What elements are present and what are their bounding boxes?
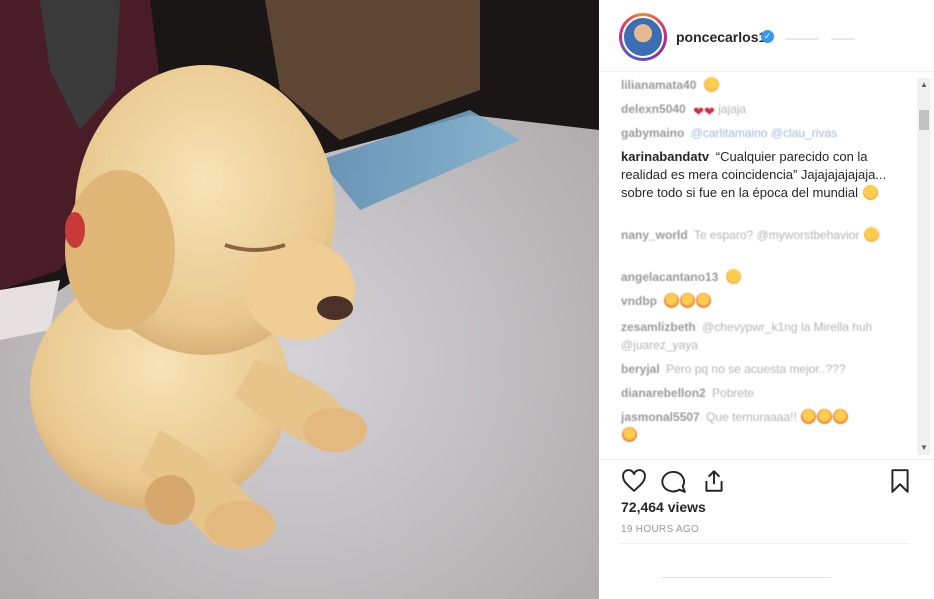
heart-eyes-emoji-icon — [801, 409, 817, 424]
comment-user[interactable]: beryjal — [621, 362, 660, 376]
username-link[interactable]: poncecarlos1 — [676, 29, 766, 45]
puppy-image — [0, 0, 599, 599]
heart-eyes-emoji-icon — [833, 409, 849, 424]
laughing-emoji-icon — [863, 227, 879, 242]
comment-text: Que ternuraaaa!! — [706, 410, 797, 424]
heart-eyes-emoji-icon — [622, 427, 637, 442]
comment-user[interactable]: delexn5040 — [621, 102, 686, 116]
comment-item: nany_world Te esparo? @myworstbehavior — [621, 226, 911, 244]
scroll-up-arrow-icon[interactable]: ▲ — [917, 78, 931, 92]
header-blur-line — [831, 38, 855, 40]
comment-item: karinabandatv “Cualquier parecido con la… — [621, 148, 911, 202]
heart-eyes-emoji-icon — [680, 293, 696, 308]
laughing-emoji-icon — [725, 269, 741, 284]
comment-item: angelacantano13 — [621, 268, 911, 286]
comment-item: gabymaino @carlitamaino @clau_rivas — [621, 124, 911, 142]
comment-mention[interactable]: @carlitamaino @clau_rivas — [691, 126, 837, 140]
comment-item: zesamlizbeth @chevypwr_k1ng la Mirella h… — [621, 318, 911, 354]
divider — [619, 543, 910, 544]
comment-text: Pero pq no se acuesta mejor..??? — [666, 362, 846, 376]
comment-input-placeholder-line[interactable] — [661, 577, 831, 578]
post-actions — [599, 459, 934, 501]
comment-text: Te esparo? @myworstbehavior — [693, 228, 860, 242]
heart-icon[interactable] — [621, 468, 647, 494]
view-count[interactable]: 72,464 views — [621, 499, 706, 515]
heart-eyes-emoji-icon — [664, 293, 680, 308]
comment-text: jajaja — [718, 102, 747, 116]
comment-item: dianarebellon2 Pobrete — [621, 384, 911, 402]
comment-user[interactable]: vndbp — [621, 294, 657, 308]
comment-item: jasmonal5507 Que ternuraaaa!! — [621, 408, 911, 444]
scroll-down-arrow-icon[interactable]: ▼ — [917, 441, 931, 455]
comment-text: Pobrete — [712, 386, 755, 400]
comment-icon[interactable] — [661, 468, 687, 494]
comment-item: delexn5040 ❤❤ jajaja — [621, 100, 911, 121]
avatar[interactable] — [619, 13, 667, 61]
comment-user[interactable]: zesamlizbeth — [621, 320, 696, 334]
comment-item: lilianamata40 — [621, 76, 911, 94]
laughing-emoji-icon — [703, 77, 719, 92]
comment-user[interactable]: lilianamata40 — [621, 78, 696, 92]
post-timestamp[interactable]: 19 HOURS AGO — [621, 524, 699, 535]
heart-emoji-icon: ❤❤ — [693, 104, 715, 119]
comment-user[interactable]: dianarebellon2 — [621, 386, 706, 400]
comment-user[interactable]: gabymaino — [621, 126, 684, 140]
laughing-emoji-icon — [862, 185, 878, 200]
comment-user[interactable]: nany_world — [621, 228, 688, 242]
verified-badge-icon: ✓ — [761, 30, 774, 43]
comment-user[interactable]: karinabandatv — [621, 149, 709, 164]
bookmark-icon[interactable] — [887, 468, 913, 494]
comment-item: vndbp — [621, 292, 911, 310]
comment-user[interactable]: jasmonal5507 — [621, 410, 700, 424]
post-header: poncecarlos1 ✓ — [599, 0, 934, 72]
comment-list[interactable]: lilianamata40 delexn5040 ❤❤ jajaja gabym… — [599, 72, 934, 459]
post-side-panel: poncecarlos1 ✓ lilianamata40 delexn5040 … — [599, 0, 934, 599]
heart-eyes-emoji-icon — [696, 293, 712, 308]
heart-eyes-emoji-icon — [817, 409, 833, 424]
header-blur-line — [785, 38, 819, 40]
scroll-thumb[interactable] — [919, 110, 929, 130]
avatar-image — [622, 16, 664, 58]
comment-user[interactable]: angelacantano13 — [621, 270, 718, 284]
comment-scrollbar[interactable]: ▲ ▼ — [917, 78, 931, 455]
comment-item: beryjal Pero pq no se acuesta mejor..??? — [621, 360, 911, 378]
post-video[interactable] — [0, 0, 599, 599]
share-icon[interactable] — [701, 468, 727, 494]
